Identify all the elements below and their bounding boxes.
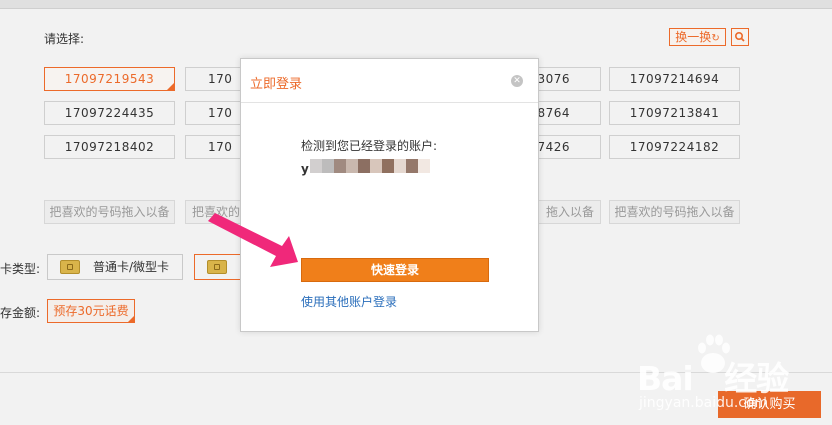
baidu-paw-icon <box>698 334 730 373</box>
watermark-url: jingyan.baidu.com <box>639 395 769 411</box>
